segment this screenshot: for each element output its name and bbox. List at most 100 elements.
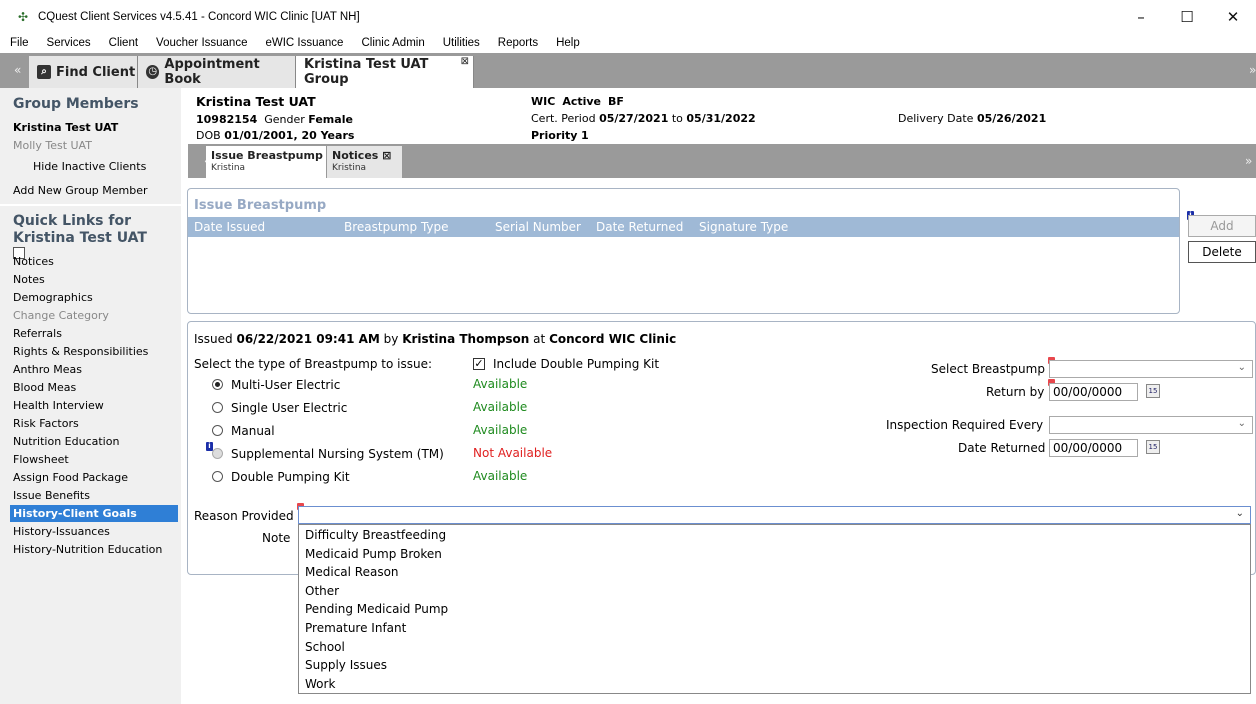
main-tab-strip: « ⌕ Find Client ◷ Appointment Book Krist…: [0, 53, 1256, 88]
status-multi-user-electric: Available: [473, 377, 528, 391]
subtab-notices-client: Kristina: [332, 163, 367, 173]
type-single-user-electric-label: Single User Electric: [231, 401, 348, 415]
breastpump-list-panel: Issue Breastpump Date Issued Breastpump …: [187, 188, 1180, 314]
close-tab-icon[interactable]: ⊠: [461, 56, 469, 67]
radio-manual[interactable]: [212, 425, 223, 436]
quicklink-anthro-meas[interactable]: Anthro Meas: [10, 361, 178, 378]
group-member-molly[interactable]: Molly Test UAT: [13, 139, 92, 152]
tabs-scroll-right[interactable]: »: [1249, 53, 1256, 88]
tab-appointment-book[interactable]: ◷ Appointment Book: [138, 56, 296, 88]
quicklink-assign-food-package[interactable]: Assign Food Package: [10, 469, 178, 486]
issued-by: Kristina Thompson: [402, 332, 530, 346]
quicklink-risk-factors[interactable]: Risk Factors: [10, 415, 178, 432]
breastpump-list-title: Issue Breastpump: [194, 198, 327, 213]
subtab-issue-breastpump[interactable]: Issue Breastpump ⊠ Kristina: [206, 146, 336, 178]
subtab-issue-breastpump-label: Issue Breastpump ⊠: [211, 149, 336, 162]
inspection-dropdown[interactable]: ⌄: [1049, 416, 1253, 434]
quick-links-client-name: Kristina Test UAT: [13, 230, 147, 246]
calendar-icon[interactable]: 15: [1146, 440, 1160, 454]
include-double-kit-label: Include Double Pumping Kit: [493, 357, 660, 371]
menu-file[interactable]: File: [0, 37, 37, 49]
issued-summary: Issued 06/22/2021 09:41 AM by Kristina T…: [194, 332, 677, 346]
radio-single-user-electric[interactable]: [212, 402, 223, 413]
subtab-notices[interactable]: Notices ⊠ Kristina: [327, 146, 403, 178]
delivery-label: Delivery Date: [898, 112, 974, 125]
option-supply-issues[interactable]: Supply Issues: [305, 658, 387, 672]
quicklink-flowsheet[interactable]: Flowsheet: [10, 451, 178, 468]
radio-multi-user-electric[interactable]: [212, 379, 223, 390]
menu-help[interactable]: Help: [546, 37, 588, 49]
col-date-issued[interactable]: Date Issued: [194, 220, 265, 234]
tab-find-client[interactable]: ⌕ Find Client: [29, 56, 138, 88]
maximize-button[interactable]: ☐: [1164, 0, 1210, 33]
option-other[interactable]: Other: [305, 584, 339, 598]
menu-clinic-admin[interactable]: Clinic Admin: [351, 37, 432, 49]
cert-label: Cert. Period: [531, 112, 596, 125]
quicklink-history-client-goals[interactable]: History-Client Goals: [10, 505, 178, 522]
option-pending-medicaid-pump[interactable]: Pending Medicaid Pump: [305, 602, 448, 616]
close-window-button[interactable]: ✕: [1210, 0, 1256, 33]
menu-client[interactable]: Client: [99, 37, 146, 49]
reason-provided-dropdown[interactable]: ⌄: [298, 506, 1251, 524]
add-button[interactable]: Add: [1188, 215, 1256, 237]
col-signature-type[interactable]: Signature Type: [699, 220, 788, 234]
option-school[interactable]: School: [305, 640, 345, 654]
quicklink-history-nutrition-education[interactable]: History-Nutrition Education: [10, 541, 178, 558]
option-premature-infant[interactable]: Premature Infant: [305, 621, 406, 635]
delete-button[interactable]: Delete: [1188, 241, 1256, 263]
menu-ewic-issuance[interactable]: eWIC Issuance: [255, 37, 351, 49]
sidebar: Group Members Kristina Test UAT Molly Te…: [0, 88, 181, 704]
type-sns-label: Supplemental Nursing System (TM): [231, 447, 444, 461]
cert-start: 05/27/2021: [599, 112, 669, 125]
date-returned-field[interactable]: 00/00/0000: [1049, 439, 1138, 457]
return-by-field[interactable]: 00/00/0000: [1049, 383, 1138, 401]
menu-voucher-issuance[interactable]: Voucher Issuance: [146, 37, 255, 49]
gender-label: Gender: [264, 113, 305, 126]
group-members-heading: Group Members: [13, 96, 139, 112]
option-medicaid-pump-broken[interactable]: Medicaid Pump Broken: [305, 547, 442, 561]
menu-reports[interactable]: Reports: [488, 37, 546, 49]
quicklink-history-issuances[interactable]: History-Issuances: [10, 523, 178, 540]
quicklink-change-category[interactable]: Change Category: [10, 307, 178, 324]
search-icon: ⌕: [37, 65, 51, 79]
radio-supplemental-nursing-system[interactable]: [212, 448, 223, 459]
select-breastpump-dropdown[interactable]: ⌄: [1049, 360, 1253, 378]
tab-group[interactable]: Kristina Test UAT Group ⊠: [296, 56, 474, 88]
menu-utilities[interactable]: Utilities: [433, 37, 488, 49]
group-member-kristina[interactable]: Kristina Test UAT: [13, 121, 118, 134]
quicklink-health-interview[interactable]: Health Interview: [10, 397, 178, 414]
col-breastpump-type[interactable]: Breastpump Type: [344, 220, 449, 234]
client-dob: DOB 01/01/2001, 20 Years: [196, 129, 354, 142]
subtab-notices-label: Notices ⊠: [332, 149, 392, 162]
option-work[interactable]: Work: [305, 677, 335, 691]
subtabs-scroll-right[interactable]: »: [1245, 144, 1252, 178]
priority-label: Priority: [531, 129, 578, 142]
note-label: Note: [262, 531, 291, 545]
option-difficulty-breastfeeding[interactable]: Difficulty Breastfeeding: [305, 528, 446, 542]
close-notices-icon[interactable]: ⊠: [382, 149, 391, 162]
title-bar: ✣ CQuest Client Services v4.5.41 - Conco…: [0, 0, 1256, 33]
include-double-kit-checkbox[interactable]: ✓: [473, 358, 485, 370]
tabs-scroll-left[interactable]: «: [14, 53, 21, 88]
quicklink-notes[interactable]: Notes: [10, 271, 178, 288]
quicklink-notices[interactable]: Notices: [10, 253, 178, 270]
option-medical-reason[interactable]: Medical Reason: [305, 565, 399, 579]
reason-options-list: Difficulty Breastfeeding Medicaid Pump B…: [298, 524, 1251, 694]
quicklink-referrals[interactable]: Referrals: [10, 325, 178, 342]
col-date-returned[interactable]: Date Returned: [596, 220, 683, 234]
menu-services[interactable]: Services: [37, 37, 99, 49]
quicklink-blood-meas[interactable]: Blood Meas: [10, 379, 178, 396]
col-serial-number[interactable]: Serial Number: [495, 220, 581, 234]
priority: Priority 1: [531, 129, 589, 142]
gender-value: Female: [308, 113, 353, 126]
clock-icon: ◷: [146, 65, 160, 79]
quicklink-rights-responsibilities[interactable]: Rights & Responsibilities: [10, 343, 178, 360]
radio-double-pumping-kit[interactable]: [212, 471, 223, 482]
add-group-member-link[interactable]: Add New Group Member: [13, 184, 148, 197]
quicklink-demographics[interactable]: Demographics: [10, 289, 178, 306]
minimize-button[interactable]: –: [1118, 0, 1164, 33]
calendar-icon[interactable]: 15: [1146, 384, 1160, 398]
quicklink-nutrition-education[interactable]: Nutrition Education: [10, 433, 178, 450]
tab-appointment-book-label: Appointment Book: [164, 57, 260, 87]
quicklink-issue-benefits[interactable]: Issue Benefits: [10, 487, 178, 504]
